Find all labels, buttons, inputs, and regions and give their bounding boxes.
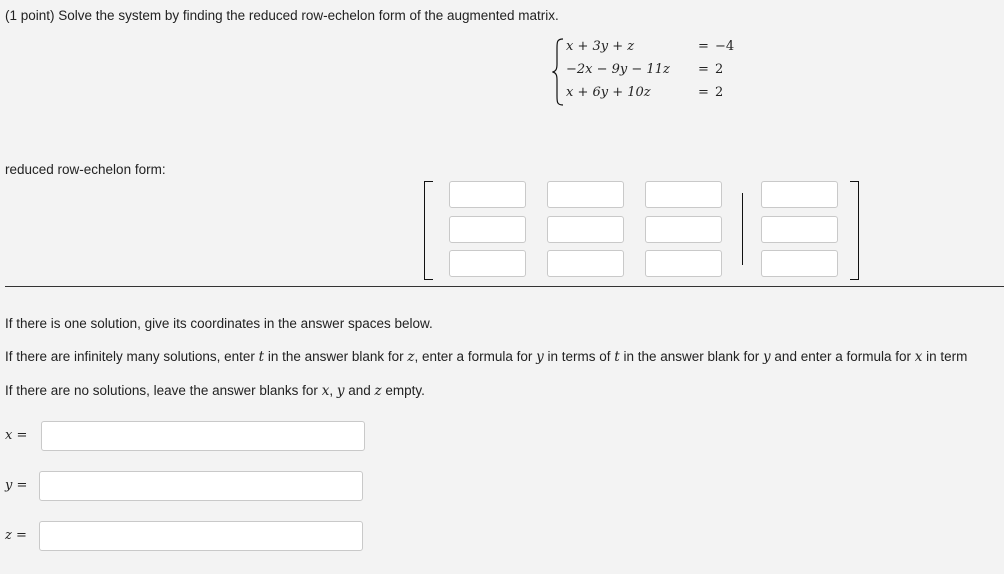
math-var: y xyxy=(536,349,544,365)
matrix-cell-r2c3[interactable] xyxy=(645,216,722,243)
instruction-text: , enter a formula for xyxy=(414,349,537,364)
equation-lhs: x + 3y + z xyxy=(566,39,635,54)
equals-sign: = xyxy=(698,39,709,54)
instruction-text: in the answer blank for xyxy=(619,349,764,364)
augmented-divider xyxy=(742,193,743,265)
equation-lhs: x + 6y + 10z xyxy=(566,85,651,100)
x-answer-label: x = xyxy=(5,428,27,443)
equation-system: x + 3y + z = −4 −2x − 9y − 11z = 2 x + 6… xyxy=(552,38,752,106)
x-answer-input[interactable] xyxy=(41,421,365,451)
equals-sign: = xyxy=(12,428,28,443)
instruction-text: in terms of xyxy=(543,349,615,364)
instruction-one-solution: If there is one solution, give its coord… xyxy=(5,316,433,331)
equals-sign: = xyxy=(698,62,709,77)
divider-line xyxy=(5,286,1004,287)
instruction-text: in the answer blank for xyxy=(264,349,408,364)
y-answer-input[interactable] xyxy=(39,471,363,501)
matrix-cell-r2c1[interactable] xyxy=(449,216,526,243)
problem-prompt: (1 point) Solve the system by finding th… xyxy=(5,8,559,23)
matrix-cell-r2c4[interactable] xyxy=(761,216,838,243)
matrix-cell-r3c3[interactable] xyxy=(645,250,722,277)
instruction-no-solutions: If there are no solutions, leave the ans… xyxy=(5,383,425,399)
instruction-text: and xyxy=(344,383,375,398)
matrix-cell-r3c1[interactable] xyxy=(449,250,526,277)
equals-sign: = xyxy=(698,85,709,100)
matrix-cell-r3c2[interactable] xyxy=(547,250,624,277)
equals-sign: = xyxy=(12,478,28,493)
math-var: z xyxy=(5,528,12,543)
math-var: y xyxy=(763,349,771,365)
instruction-text: and enter a formula for xyxy=(770,349,915,364)
y-answer-label: y = xyxy=(5,478,27,493)
matrix-cell-r1c3[interactable] xyxy=(645,181,722,208)
left-brace-icon xyxy=(552,38,564,106)
equation-rhs: 2 xyxy=(715,85,724,100)
instruction-text: , xyxy=(329,383,337,398)
math-var: z xyxy=(407,349,415,365)
instruction-infinite-solutions: If there are infinitely many solutions, … xyxy=(5,349,967,365)
instruction-text: in term xyxy=(922,349,968,364)
equation-rhs: −4 xyxy=(715,39,735,54)
matrix-cell-r1c4[interactable] xyxy=(761,181,838,208)
rref-label: reduced row-echelon form: xyxy=(5,162,166,177)
equation-lhs: −2x − 9y − 11z xyxy=(566,62,670,77)
matrix-cell-r1c1[interactable] xyxy=(449,181,526,208)
z-answer-input[interactable] xyxy=(39,521,363,551)
instruction-text: empty. xyxy=(381,383,425,398)
matrix-cell-r1c2[interactable] xyxy=(547,181,624,208)
equation-rhs: 2 xyxy=(715,62,724,77)
matrix-right-bracket xyxy=(850,181,859,280)
math-var: z xyxy=(374,383,382,399)
z-answer-label: z = xyxy=(5,528,27,543)
matrix-cell-r3c4[interactable] xyxy=(761,250,838,277)
instruction-text: If there are no solutions, leave the ans… xyxy=(5,383,322,398)
equals-sign: = xyxy=(11,528,27,543)
instruction-text: If there are infinitely many solutions, … xyxy=(5,349,259,364)
matrix-left-bracket xyxy=(424,181,433,280)
matrix-cell-r2c2[interactable] xyxy=(547,216,624,243)
